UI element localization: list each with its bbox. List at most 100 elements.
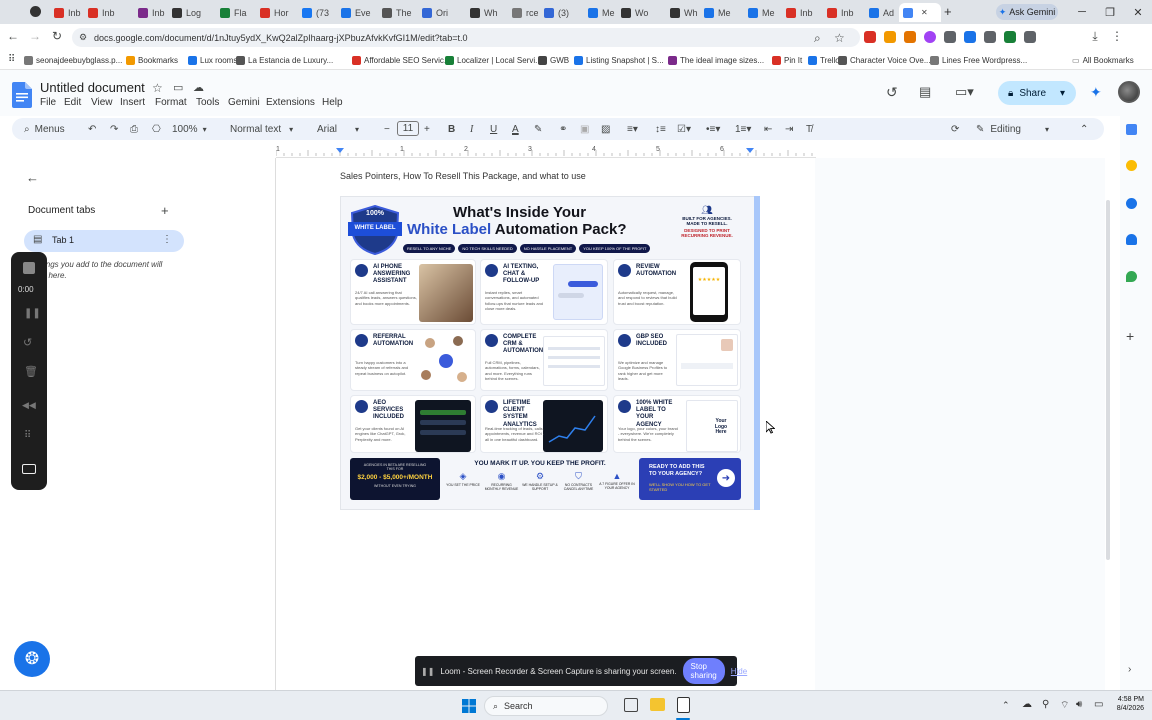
add-ons-plus-icon[interactable]: + bbox=[1126, 328, 1134, 344]
bookmark-item[interactable]: Localizer | Local Servi... bbox=[445, 54, 542, 66]
bookmark-item[interactable]: Lines Free Wordpress... bbox=[930, 54, 1027, 66]
browser-tab[interactable]: Me bbox=[700, 3, 740, 22]
ask-gemini-button[interactable]: ✦ Ask Gemini bbox=[996, 4, 1058, 20]
trash-icon[interactable]: 🗑︎ bbox=[24, 365, 38, 378]
contacts-icon[interactable] bbox=[1126, 234, 1137, 245]
zoom-select[interactable]: 100% ▾ bbox=[172, 121, 207, 137]
search-menus[interactable]: ⌕ Menus bbox=[24, 121, 65, 137]
meet-camera-icon[interactable]: ▭▾ bbox=[955, 84, 974, 100]
browser-tab[interactable]: Fla bbox=[216, 3, 252, 22]
underline-icon[interactable]: U bbox=[490, 121, 497, 137]
maps-icon[interactable] bbox=[1126, 271, 1137, 282]
comments-icon[interactable]: ▤ bbox=[919, 84, 931, 100]
stop-sharing-button[interactable]: Stop sharing bbox=[682, 658, 725, 684]
browser-tab[interactable]: Wh bbox=[466, 3, 506, 22]
taskbar-search-box[interactable]: ⌕ Search bbox=[484, 696, 608, 716]
font-select[interactable]: Arial ▾ bbox=[317, 121, 359, 137]
minimize-window-icon[interactable]: ─ bbox=[1070, 4, 1094, 20]
menu-item-help[interactable]: Help bbox=[322, 97, 343, 108]
line-spacing-icon[interactable]: ↕≡ bbox=[655, 121, 666, 137]
bookmark-item[interactable]: Lux rooms bbox=[188, 54, 237, 66]
battery-icon[interactable]: ▭ bbox=[1094, 699, 1103, 710]
notepad-icon[interactable] bbox=[677, 697, 690, 713]
wifi-icon[interactable]: ⌔ bbox=[1060, 699, 1069, 712]
bold-icon[interactable]: B bbox=[448, 121, 455, 137]
camera-icon[interactable] bbox=[22, 464, 36, 474]
browser-tab[interactable]: Inb bbox=[823, 3, 863, 22]
align-icon[interactable]: ≡▾ bbox=[627, 121, 638, 137]
browser-menu-icon[interactable]: ⋮ bbox=[1110, 29, 1124, 43]
accessibility-help-icon[interactable]: ❂ bbox=[14, 641, 50, 677]
browser-tab[interactable]: The bbox=[378, 3, 414, 22]
docs-logo-icon[interactable] bbox=[12, 82, 32, 108]
style-select[interactable]: Normal text ▾ bbox=[230, 121, 293, 137]
back-arrow-icon[interactable]: ← bbox=[26, 170, 39, 185]
undo-icon[interactable]: ↶ bbox=[88, 121, 96, 137]
menu-item-gemini[interactable]: Gemini bbox=[228, 97, 260, 108]
extension-icon[interactable] bbox=[1004, 31, 1016, 43]
browser-tab[interactable]: Log bbox=[168, 3, 202, 22]
bookmark-item[interactable]: GWB bbox=[538, 54, 569, 66]
insert-image-icon[interactable]: ▨ bbox=[601, 121, 610, 137]
menu-item-extensions[interactable]: Extensions bbox=[266, 97, 315, 108]
paint-format-icon[interactable]: ⎔ bbox=[152, 121, 161, 137]
print-icon[interactable]: ⎙ bbox=[130, 121, 138, 137]
stop-icon[interactable] bbox=[23, 262, 35, 274]
bookmark-item[interactable]: Affordable SEO Servic... bbox=[352, 54, 451, 66]
restart-icon[interactable]: ↺ bbox=[23, 336, 32, 349]
calendar-icon[interactable] bbox=[1126, 124, 1137, 135]
browser-tab[interactable]: ✕ bbox=[899, 3, 941, 22]
menu-item-insert[interactable]: Insert bbox=[120, 97, 145, 108]
editing-mode-select[interactable]: ✎ Editing ▾ bbox=[976, 121, 1049, 137]
extension-icon[interactable] bbox=[884, 31, 896, 43]
cloud-tray-icon[interactable]: ☁ bbox=[1022, 699, 1032, 710]
expand-panel-icon[interactable]: › bbox=[1128, 664, 1131, 675]
menu-item-format[interactable]: Format bbox=[155, 97, 187, 108]
move-folder-icon[interactable]: ▭ bbox=[173, 81, 183, 94]
highlight-icon[interactable]: ✎ bbox=[534, 121, 542, 137]
infographic-image[interactable]: 100% WHITE LABEL What's Inside Your Whit… bbox=[340, 196, 760, 510]
bookmark-item[interactable]: Pin It bbox=[772, 54, 802, 66]
browser-tab[interactable]: Inb bbox=[782, 3, 820, 22]
file-explorer-icon[interactable] bbox=[650, 698, 665, 711]
browser-tab[interactable]: (73 bbox=[298, 3, 336, 22]
tasks-icon[interactable] bbox=[1126, 198, 1137, 209]
image-selection-edge[interactable] bbox=[754, 196, 760, 510]
close-tab-icon[interactable]: ✕ bbox=[921, 8, 928, 17]
gemini-refine-icon[interactable]: ⟳ bbox=[951, 121, 959, 137]
extension-icon[interactable] bbox=[924, 31, 936, 43]
checklist-icon[interactable]: ☑▾ bbox=[677, 121, 691, 137]
browser-tab[interactable]: Eve bbox=[337, 3, 375, 22]
tray-clock[interactable]: 4:58 PM 8/4/2026 bbox=[1110, 695, 1144, 714]
bookmark-item[interactable]: Listing Snapshot | S... bbox=[574, 54, 664, 66]
download-icon[interactable]: ⤓ bbox=[1088, 29, 1102, 43]
vertical-scrollbar[interactable] bbox=[1106, 200, 1110, 560]
browser-tab[interactable]: Wh bbox=[666, 3, 698, 22]
chrome-tab-search-icon[interactable] bbox=[30, 6, 41, 17]
menu-item-view[interactable]: View bbox=[91, 97, 113, 108]
blur-icon[interactable]: ⠿ bbox=[24, 430, 31, 441]
browser-tab[interactable]: Wo bbox=[617, 3, 661, 22]
cloud-status-icon[interactable]: ☁ bbox=[193, 81, 204, 94]
add-comment-icon[interactable]: ▣ bbox=[580, 121, 589, 137]
share-button[interactable]: 🔒︎ Share ▾ bbox=[998, 81, 1076, 105]
document-title[interactable]: Untitled document bbox=[40, 80, 145, 95]
close-window-icon[interactable]: ✕ bbox=[1126, 4, 1150, 20]
browser-tab[interactable]: Ad bbox=[865, 3, 897, 22]
bulleted-list-icon[interactable]: •≡▾ bbox=[706, 121, 720, 137]
back-arrow-icon[interactable]: ← bbox=[6, 29, 20, 43]
tab-options-icon[interactable]: ⋮ bbox=[162, 234, 172, 245]
bookmark-star-icon[interactable]: ☆ bbox=[834, 31, 845, 45]
reload-icon[interactable]: ↻ bbox=[50, 29, 64, 43]
tray-chevron-icon[interactable]: ⌃ bbox=[1002, 700, 1010, 711]
draw-icon[interactable]: ◀◀ bbox=[22, 400, 36, 411]
hide-button[interactable]: Hide bbox=[731, 667, 747, 676]
horizontal-ruler[interactable]: 1 1 2 3 4 5 6 bbox=[276, 146, 816, 158]
volume-icon[interactable]: 🔊︎ bbox=[1076, 699, 1082, 710]
menu-item-edit[interactable]: Edit bbox=[64, 97, 81, 108]
bookmark-item[interactable]: Bookmarks bbox=[126, 54, 178, 66]
task-view-icon[interactable] bbox=[624, 698, 638, 712]
bookmark-item[interactable]: seonajdeebuybglass.p... bbox=[24, 54, 122, 66]
avatar[interactable] bbox=[1118, 81, 1140, 103]
extension-icon[interactable] bbox=[864, 31, 876, 43]
